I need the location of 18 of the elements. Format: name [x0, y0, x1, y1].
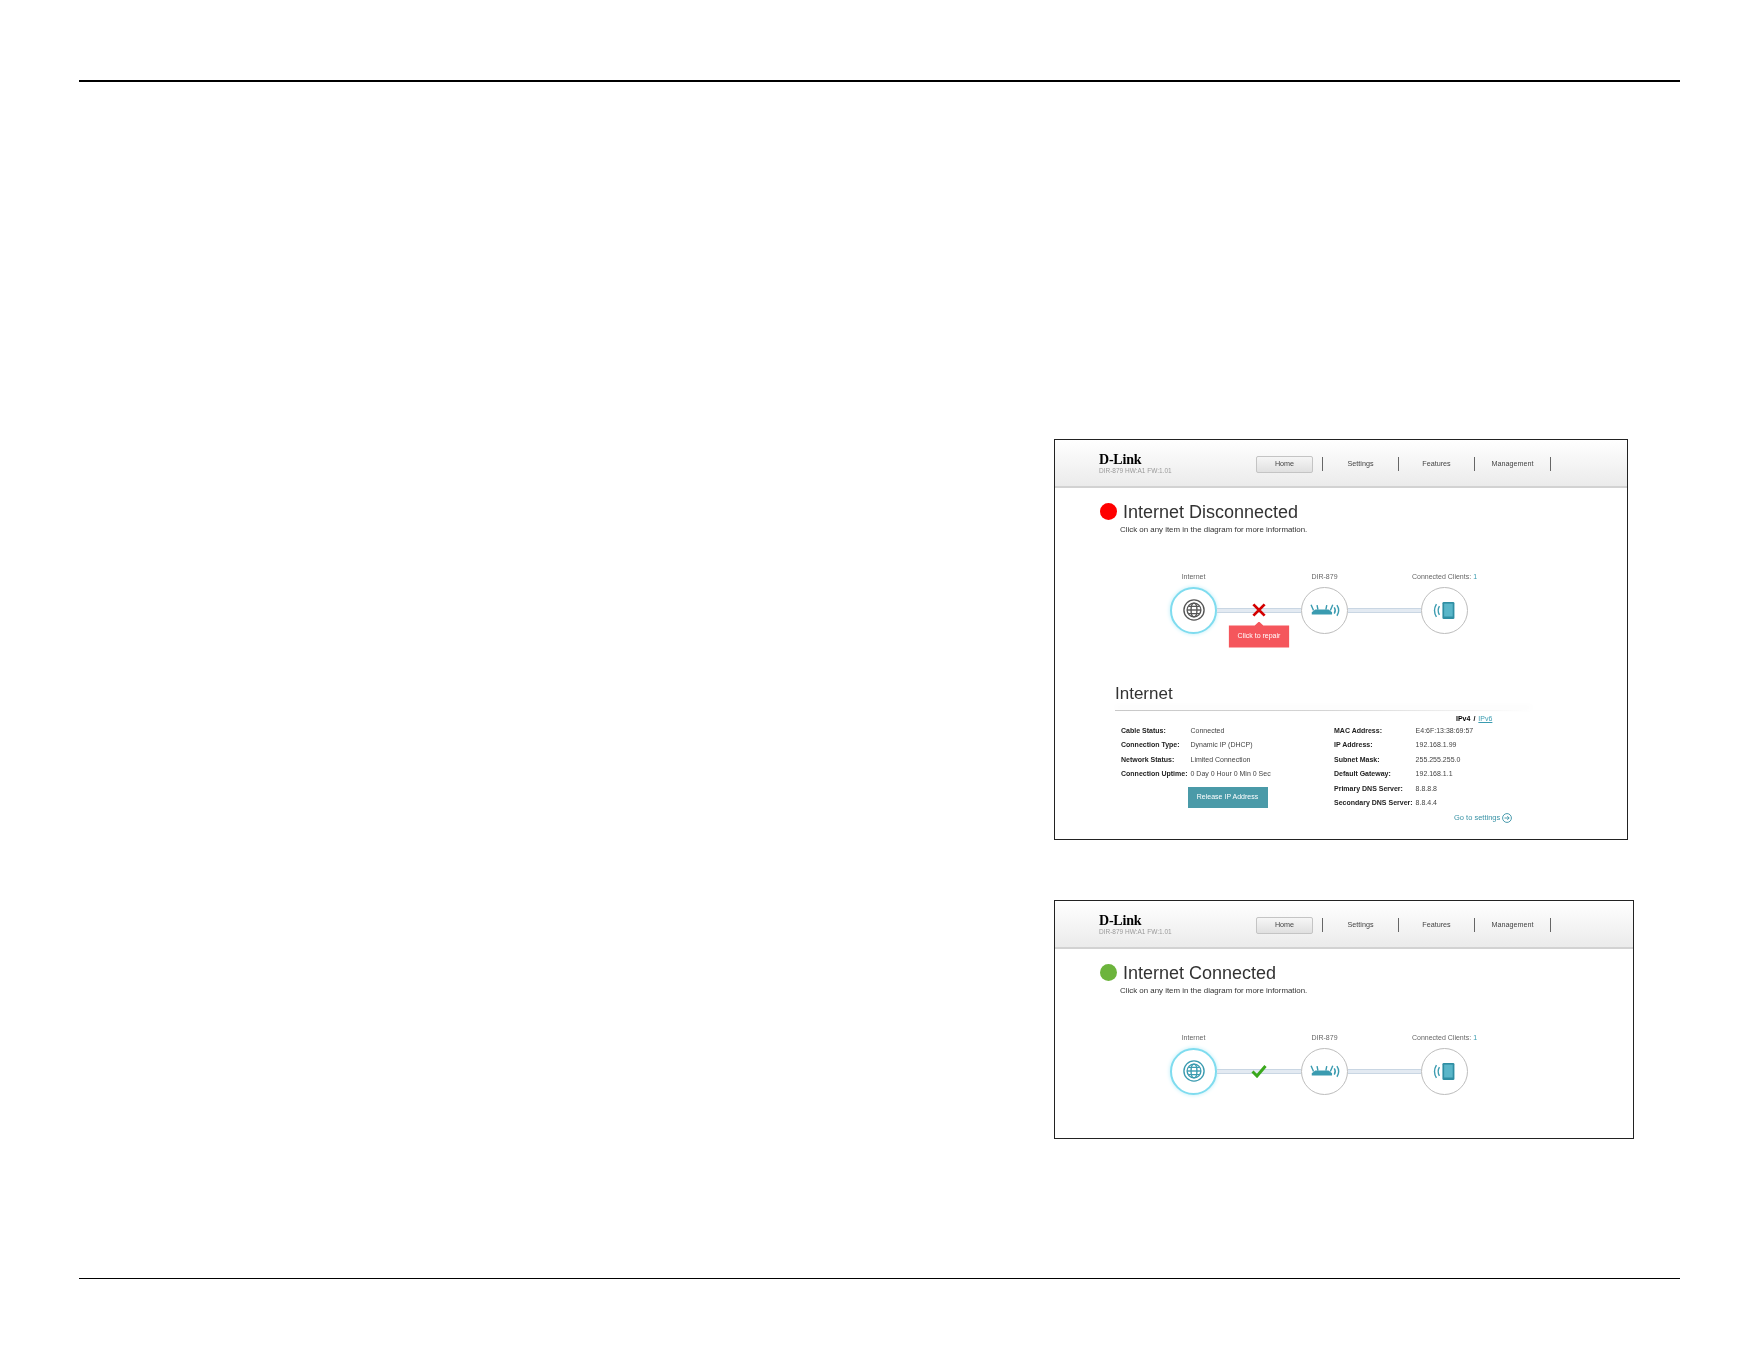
router-icon [1309, 1063, 1340, 1079]
section-title: Internet [1115, 683, 1173, 704]
logo: D-Link [1099, 914, 1142, 927]
internet-node[interactable] [1170, 1047, 1217, 1095]
router-node[interactable] [1301, 586, 1348, 634]
status-title: Internet Disconnected [1123, 501, 1299, 522]
arrow-circle-icon [1502, 813, 1513, 824]
clients-node[interactable] [1421, 1047, 1468, 1095]
internet-node[interactable] [1170, 586, 1217, 634]
globe-icon [1182, 599, 1205, 621]
tablet-wifi-icon [1432, 1061, 1457, 1081]
tablet-wifi-icon [1432, 600, 1457, 620]
logo: D-Link [1099, 453, 1142, 466]
status-title: Internet Connected [1123, 962, 1277, 983]
clients-node[interactable] [1421, 586, 1468, 634]
globe-icon [1182, 1060, 1205, 1082]
router-node[interactable] [1301, 1047, 1348, 1095]
router-icon [1309, 602, 1340, 618]
